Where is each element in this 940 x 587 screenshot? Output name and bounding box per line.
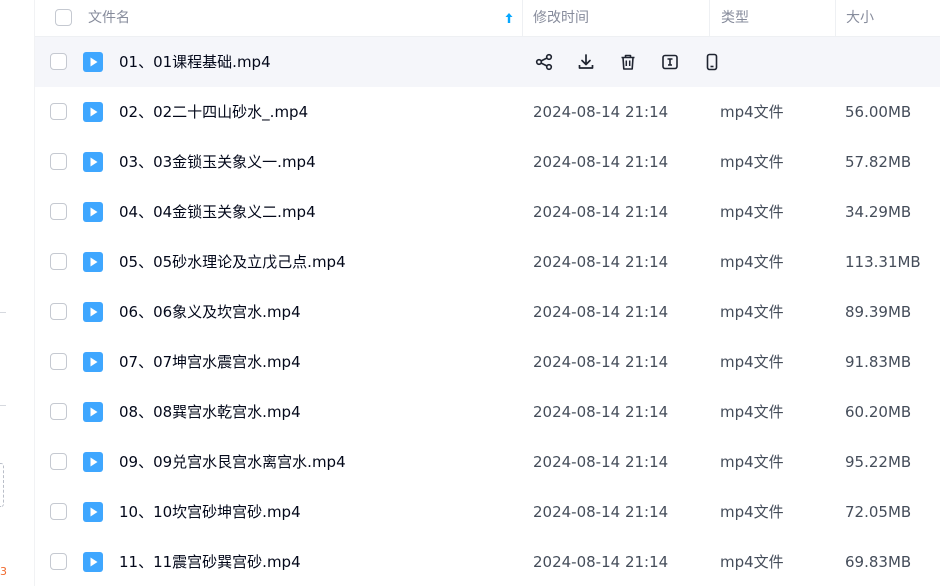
modified-time: 2024-08-14 21:14 bbox=[533, 203, 669, 221]
file-type: mp4文件 bbox=[720, 403, 784, 421]
video-file-icon bbox=[83, 152, 103, 172]
table-row[interactable]: 07、07坤宫水震宫水.mp4 2024-08-14 21:14 mp4文件 91.8… bbox=[35, 337, 940, 387]
modified-time: 2024-08-14 21:14 bbox=[533, 453, 669, 471]
row-checkbox[interactable] bbox=[50, 453, 67, 470]
phone-icon[interactable] bbox=[700, 50, 724, 74]
video-file-icon bbox=[83, 402, 103, 422]
modified-time: 2024-08-14 21:14 bbox=[533, 553, 669, 571]
select-all-checkbox[interactable] bbox=[55, 9, 72, 26]
file-size: 95.22MB bbox=[845, 453, 912, 471]
table-row[interactable]: 04、04金锁玉关象义二.mp4 2024-08-14 21:14 mp4文件 34.… bbox=[35, 187, 940, 237]
file-size: 91.83MB bbox=[845, 353, 912, 371]
file-name[interactable]: 02、02二十四山砂水_.mp4 bbox=[119, 87, 308, 137]
file-name[interactable]: 06、06象义及坎宫水.mp4 bbox=[119, 287, 301, 337]
modified-time: 2024-08-14 21:14 bbox=[533, 353, 669, 371]
file-type: mp4文件 bbox=[720, 503, 784, 521]
video-file-icon bbox=[83, 452, 103, 472]
divider bbox=[0, 405, 6, 406]
file-name[interactable]: 05、05砂水理论及立戊己点.mp4 bbox=[119, 237, 346, 287]
file-size: 113.31MB bbox=[845, 253, 921, 271]
file-type: mp4文件 bbox=[720, 553, 784, 571]
video-file-icon bbox=[83, 552, 103, 572]
table-row[interactable]: 06、06象义及坎宫水.mp4 2024-08-14 21:14 mp4文件 89.3… bbox=[35, 287, 940, 337]
left-badge: 3 bbox=[0, 565, 7, 578]
file-name[interactable]: 11、11震宫砂巽宫砂.mp4 bbox=[119, 537, 301, 587]
file-table: 文件名 修改时间 类型 大小 01、01课程基础.mp4 02、02二十四山砂水_… bbox=[35, 0, 940, 586]
file-size: 89.39MB bbox=[845, 303, 912, 321]
column-header-modified[interactable]: 修改时间 bbox=[533, 0, 589, 37]
video-file-icon bbox=[83, 252, 103, 272]
file-type: mp4文件 bbox=[720, 253, 784, 271]
rename-icon[interactable] bbox=[658, 50, 682, 74]
file-size: 60.20MB bbox=[845, 403, 912, 421]
modified-time: 2024-08-14 21:14 bbox=[533, 103, 669, 121]
column-header-size[interactable]: 大小 bbox=[846, 0, 874, 37]
modified-time: 2024-08-14 21:14 bbox=[533, 403, 669, 421]
table-row[interactable]: 10、10坎宫砂坤宫砂.mp4 2024-08-14 21:14 mp4文件 72.0… bbox=[35, 487, 940, 537]
column-divider[interactable] bbox=[835, 0, 836, 37]
arrow-up-icon[interactable] bbox=[502, 11, 516, 25]
column-header-type[interactable]: 类型 bbox=[721, 0, 749, 37]
video-file-icon bbox=[83, 302, 103, 322]
column-divider[interactable] bbox=[709, 0, 710, 37]
row-checkbox[interactable] bbox=[50, 403, 67, 420]
file-name[interactable]: 10、10坎宫砂坤宫砂.mp4 bbox=[119, 487, 301, 537]
file-size: 57.82MB bbox=[845, 153, 912, 171]
table-row[interactable]: 02、02二十四山砂水_.mp4 2024-08-14 21:14 mp4文件 56.… bbox=[35, 87, 940, 137]
table-row[interactable]: 09、09兑宫水艮宫水离宫水.mp4 2024-08-14 21:14 mp4文件 9… bbox=[35, 437, 940, 487]
file-size: 56.00MB bbox=[845, 103, 912, 121]
left-panel-edge: 3 bbox=[0, 0, 35, 586]
file-name[interactable]: 04、04金锁玉关象义二.mp4 bbox=[119, 187, 316, 237]
file-type: mp4文件 bbox=[720, 103, 784, 121]
modified-time: 2024-08-14 21:14 bbox=[533, 253, 669, 271]
divider bbox=[0, 312, 6, 313]
file-type: mp4文件 bbox=[720, 353, 784, 371]
table-row[interactable]: 11、11震宫砂巽宫砂.mp4 2024-08-14 21:14 mp4文件 69.8… bbox=[35, 537, 940, 587]
file-type: mp4文件 bbox=[720, 453, 784, 471]
row-checkbox[interactable] bbox=[50, 53, 67, 70]
row-checkbox[interactable] bbox=[50, 353, 67, 370]
table-row[interactable]: 05、05砂水理论及立戊己点.mp4 2024-08-14 21:14 mp4文件 1… bbox=[35, 237, 940, 287]
file-name[interactable]: 09、09兑宫水艮宫水离宫水.mp4 bbox=[119, 437, 346, 487]
download-icon[interactable] bbox=[574, 50, 598, 74]
file-name[interactable]: 03、03金锁玉关象义一.mp4 bbox=[119, 137, 316, 187]
file-type: mp4文件 bbox=[720, 303, 784, 321]
table-row[interactable]: 01、01课程基础.mp4 bbox=[35, 37, 940, 87]
file-size: 69.83MB bbox=[845, 553, 912, 571]
file-type: mp4文件 bbox=[720, 153, 784, 171]
column-divider[interactable] bbox=[522, 0, 523, 37]
delete-icon[interactable] bbox=[616, 50, 640, 74]
file-name[interactable]: 08、08巽宫水乾宫水.mp4 bbox=[119, 387, 301, 437]
file-size: 72.05MB bbox=[845, 503, 912, 521]
file-size: 34.29MB bbox=[845, 203, 912, 221]
row-checkbox[interactable] bbox=[50, 303, 67, 320]
table-header: 文件名 修改时间 类型 大小 bbox=[35, 0, 940, 37]
row-checkbox[interactable] bbox=[50, 203, 67, 220]
file-name[interactable]: 07、07坤宫水震宫水.mp4 bbox=[119, 337, 301, 387]
row-checkbox[interactable] bbox=[50, 103, 67, 120]
column-header-name[interactable]: 文件名 bbox=[88, 0, 130, 37]
modified-time: 2024-08-14 21:14 bbox=[533, 303, 669, 321]
file-name[interactable]: 01、01课程基础.mp4 bbox=[119, 37, 271, 87]
row-checkbox[interactable] bbox=[50, 553, 67, 570]
table-row[interactable]: 08、08巽宫水乾宫水.mp4 2024-08-14 21:14 mp4文件 60.2… bbox=[35, 387, 940, 437]
video-file-icon bbox=[83, 502, 103, 522]
row-checkbox[interactable] bbox=[50, 253, 67, 270]
video-file-icon bbox=[83, 52, 103, 72]
video-file-icon bbox=[83, 102, 103, 122]
video-file-icon bbox=[83, 352, 103, 372]
file-type: mp4文件 bbox=[720, 203, 784, 221]
row-checkbox[interactable] bbox=[50, 153, 67, 170]
modified-time: 2024-08-14 21:14 bbox=[533, 503, 669, 521]
video-file-icon bbox=[83, 202, 103, 222]
modified-time: 2024-08-14 21:14 bbox=[533, 153, 669, 171]
row-checkbox[interactable] bbox=[50, 503, 67, 520]
dashed-frame bbox=[0, 463, 4, 507]
table-row[interactable]: 03、03金锁玉关象义一.mp4 2024-08-14 21:14 mp4文件 57.… bbox=[35, 137, 940, 187]
share-icon[interactable] bbox=[532, 50, 556, 74]
